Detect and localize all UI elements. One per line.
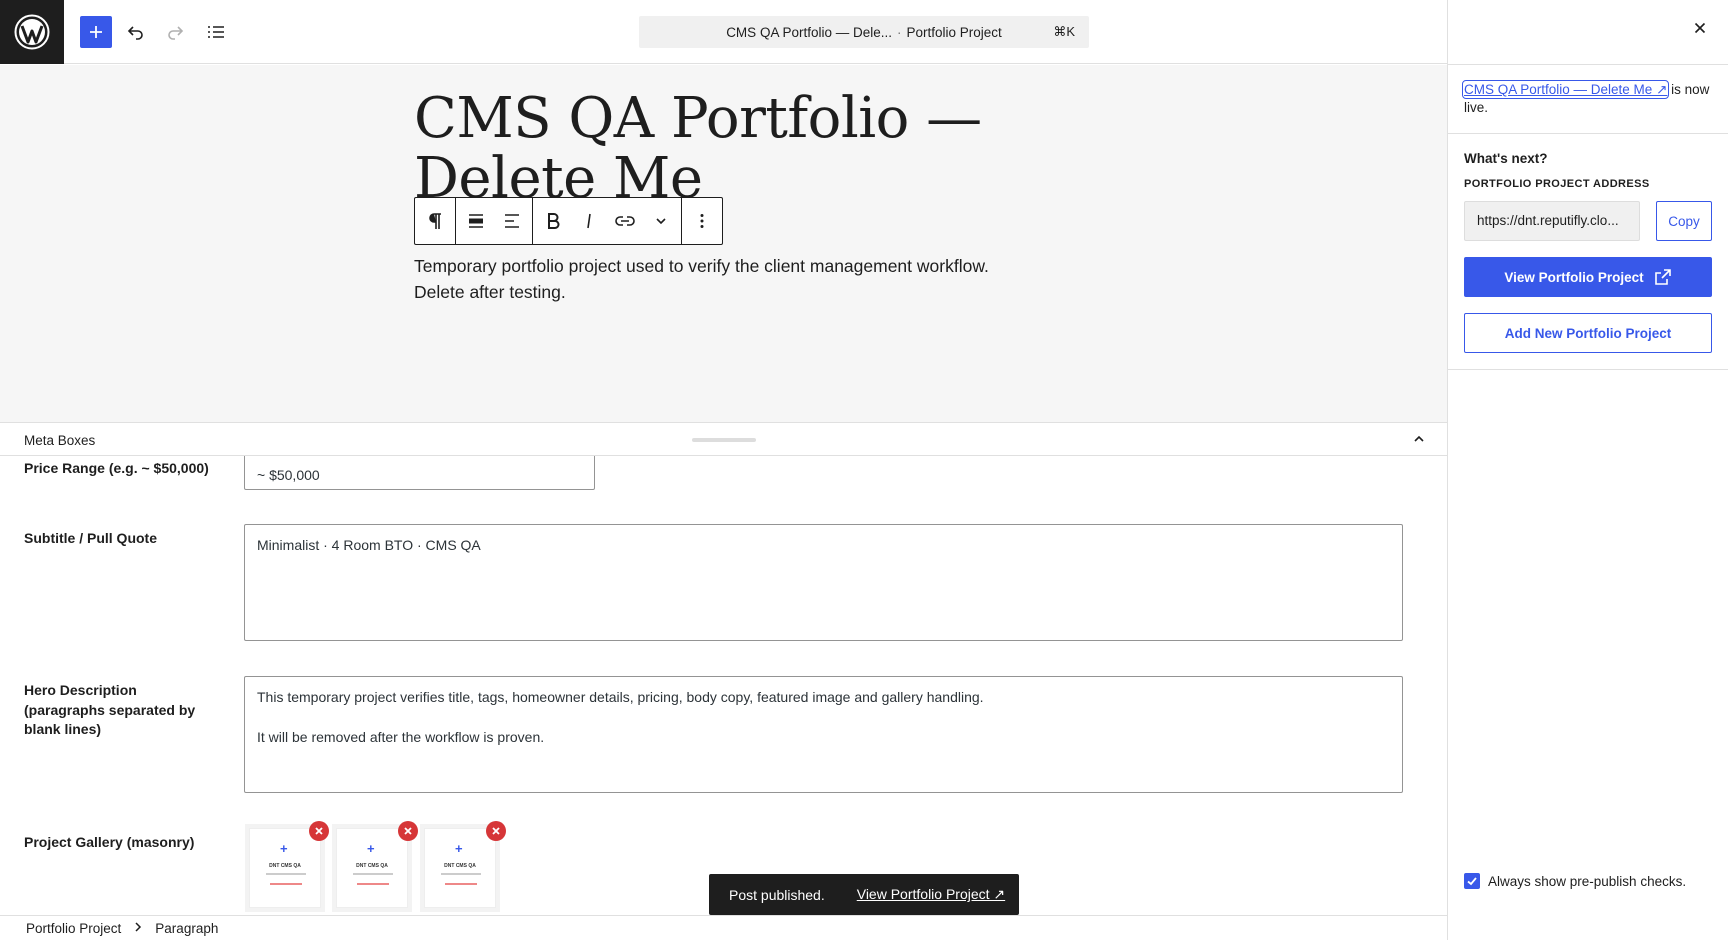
post-publish-panel: CMS QA Portfolio — Delete Me ↗ is now li… — [1447, 0, 1728, 940]
subtitle-textarea[interactable]: Minimalist · 4 Room BTO · CMS QA — [244, 524, 1403, 641]
remove-image-button[interactable] — [309, 821, 329, 841]
collapse-toggle[interactable] — [1411, 431, 1427, 452]
command-palette-trigger[interactable]: CMS QA Portfolio — Dele... · Portfolio P… — [639, 16, 1089, 48]
wordpress-logo-icon[interactable] — [0, 0, 64, 64]
format-group — [533, 198, 682, 244]
hero-paragraph-1: This temporary project verifies title, t… — [257, 689, 984, 705]
resize-handle[interactable] — [692, 438, 756, 442]
align-block-icon — [469, 214, 483, 228]
always-show-checks[interactable]: Always show pre-publish checks. — [1464, 873, 1686, 889]
add-new-portfolio-project-button[interactable]: Add New Portfolio Project — [1464, 313, 1712, 353]
hero-description-textarea[interactable]: This temporary project verifies title, t… — [244, 676, 1403, 793]
block-align-button[interactable] — [458, 198, 494, 244]
price-range-input[interactable]: ~ $50,000 — [244, 456, 595, 490]
options-icon — [700, 214, 704, 228]
whats-next-heading: What's next? — [1464, 151, 1548, 166]
align-text-icon — [505, 214, 519, 228]
thumb-caption: DNT CMS QA — [269, 863, 301, 869]
command-post-type: Portfolio Project — [906, 24, 1002, 40]
breadcrumb-item: Paragraph — [155, 920, 219, 936]
bold-icon — [548, 213, 560, 229]
address-input[interactable]: https://dnt.reputifly.clo... — [1464, 201, 1640, 241]
redo-button[interactable] — [159, 16, 191, 48]
snackbar-notice: Post published. View Portfolio Project ↗ — [709, 874, 1019, 915]
more-rich-text-button[interactable] — [643, 198, 679, 244]
document-overview-button[interactable] — [200, 16, 232, 48]
project-gallery-label: Project Gallery (masonry) — [24, 834, 195, 850]
snackbar-view-link[interactable]: View Portfolio Project ↗ — [857, 886, 1005, 903]
add-block-button[interactable] — [80, 16, 112, 48]
thumb-caption: DNT CMS QA — [444, 863, 476, 869]
italic-icon — [587, 213, 591, 229]
alignment-group — [456, 198, 533, 244]
plus-icon: + — [367, 841, 375, 856]
block-type-group — [415, 198, 456, 244]
close-panel-button[interactable] — [1692, 20, 1708, 41]
hero-description-label: Hero Description (paragraphs separated b… — [24, 682, 196, 737]
price-range-label: Price Range (e.g. ~ $50,000) — [24, 460, 209, 476]
chevron-down-icon — [656, 218, 666, 225]
snackbar-message: Post published. — [729, 886, 825, 903]
address-label: Portfolio Project address — [1464, 178, 1650, 190]
gallery-image[interactable]: + DNT CMS QA — [336, 828, 408, 908]
post-live-link[interactable]: CMS QA Portfolio — Delete Me ↗ — [1461, 80, 1670, 99]
italic-button[interactable] — [571, 198, 607, 244]
gallery-image[interactable]: + DNT CMS QA — [249, 828, 321, 908]
command-shortcut: ⌘K — [1053, 24, 1075, 39]
thumb-caption: DNT CMS QA — [356, 863, 388, 869]
block-toolbar — [414, 197, 723, 245]
link-button[interactable] — [607, 198, 643, 244]
close-icon — [1694, 22, 1706, 34]
document-overview-icon — [208, 26, 224, 38]
undo-button[interactable] — [120, 16, 152, 48]
editor-canvas: CMS QA Portfolio — Delete Me Temporary p… — [0, 65, 1447, 422]
paragraph-block-button[interactable] — [417, 198, 453, 244]
view-portfolio-project-button[interactable]: View Portfolio Project — [1464, 257, 1712, 297]
redo-icon — [168, 26, 184, 40]
post-title[interactable]: CMS QA Portfolio — Delete Me — [414, 89, 1014, 209]
options-group — [682, 198, 722, 244]
remove-image-button[interactable] — [486, 821, 506, 841]
command-title: CMS QA Portfolio — Dele... — [726, 24, 892, 40]
meta-boxes-header[interactable]: Meta Boxes — [0, 422, 1447, 456]
gallery-image[interactable]: + DNT CMS QA — [424, 828, 496, 908]
bold-button[interactable] — [535, 198, 571, 244]
breadcrumb-item[interactable]: Portfolio Project — [26, 921, 121, 936]
hero-paragraph-2: It will be removed after the workflow is… — [257, 729, 545, 745]
undo-icon — [127, 26, 143, 40]
block-breadcrumb: Portfolio Project Paragraph — [0, 915, 1447, 940]
plus-icon — [90, 26, 102, 38]
live-message: CMS QA Portfolio — Delete Me ↗ is now li… — [1461, 80, 1714, 117]
chevron-up-icon — [1414, 435, 1424, 442]
close-icon — [404, 827, 412, 835]
copy-button[interactable]: Copy — [1656, 201, 1712, 241]
block-options-button[interactable] — [684, 198, 720, 244]
text-align-button[interactable] — [494, 198, 530, 244]
always-show-label: Always show pre-publish checks. — [1488, 873, 1687, 889]
paragraph-icon — [429, 213, 441, 229]
close-icon — [315, 827, 323, 835]
view-button-label: View Portfolio Project — [1504, 269, 1644, 285]
paragraph-block[interactable]: Temporary portfolio project used to veri… — [414, 253, 1034, 305]
chevron-right-icon — [133, 921, 143, 935]
checkmark-icon — [1467, 877, 1477, 886]
editor-header: CMS QA Portfolio — Dele... · Portfolio P… — [0, 0, 1447, 64]
subtitle-label: Subtitle / Pull Quote — [24, 530, 157, 546]
external-link-icon — [1654, 269, 1671, 285]
close-icon — [492, 827, 500, 835]
plus-icon: + — [455, 841, 463, 856]
command-separator: · — [897, 24, 902, 40]
checkbox-checked[interactable] — [1464, 873, 1480, 889]
plus-icon: + — [280, 841, 288, 856]
meta-boxes-title: Meta Boxes — [24, 433, 96, 448]
meta-boxes-area: Price Range (e.g. ~ $50,000) ~ $50,000 S… — [0, 456, 1447, 915]
remove-image-button[interactable] — [398, 821, 418, 841]
link-icon — [615, 216, 635, 226]
